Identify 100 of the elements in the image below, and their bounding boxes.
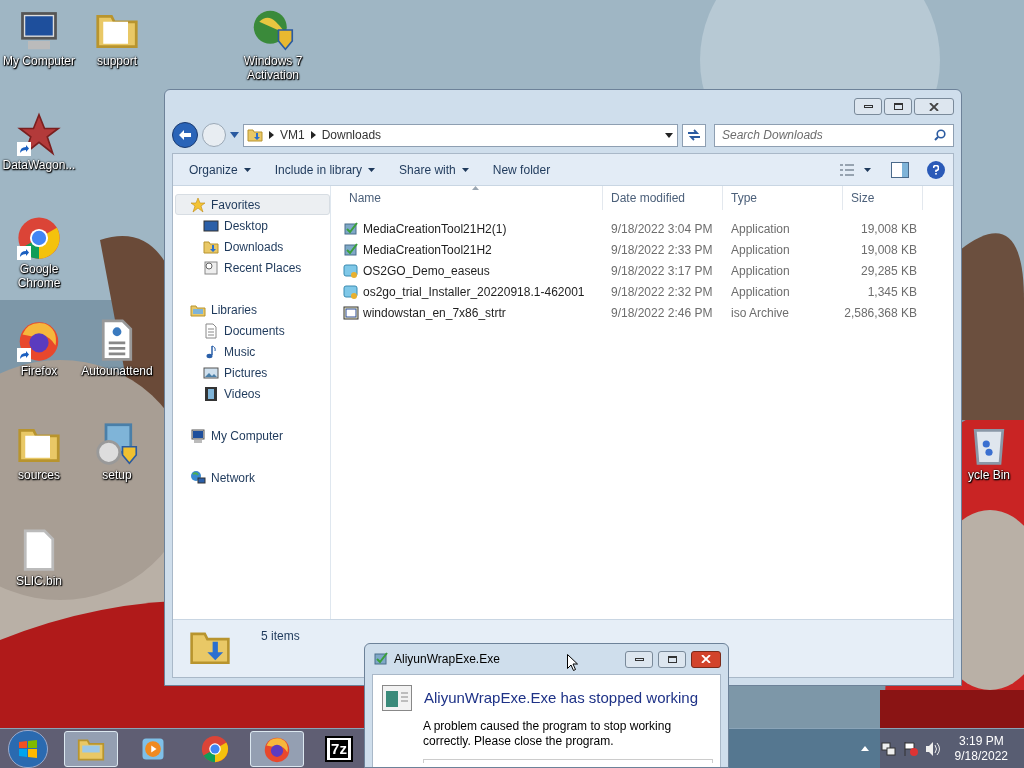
document-icon [203,322,219,339]
help-button[interactable] [927,160,945,179]
type-cell-text: iso Archive [730,304,791,322]
speaker-icon[interactable] [924,740,941,757]
disc-image-icon [343,304,359,321]
chrome-icon [201,734,229,763]
clock[interactable]: 3:19 PM 9/18/2022 [954,733,1008,764]
toolbar-button[interactable]: New folder [484,156,559,183]
file-row[interactable]: windowstan_en_7x86_strtr 9/18/2022 2:46 PM iso Archive 2,586,368 KB [341,302,953,323]
refresh-button[interactable] [682,123,706,147]
nav-item[interactable]: Favorites [175,194,330,215]
dialog-heading: AliyunWrapExe.Exe has stopped working [424,687,699,708]
column-header[interactable]: Size [843,186,923,210]
file-row[interactable]: MediaCreationTool21H2(1) 9/18/2022 3:04 PM Application 19,008 KB [341,218,953,239]
nav-label: Videos [224,385,261,403]
column-header[interactable]: Date modified [603,186,723,210]
toolbar-button[interactable]: Include in library [266,156,384,183]
maximize-button[interactable] [884,98,912,115]
app-icon [343,283,359,300]
nav-item[interactable]: Pictures [175,362,330,383]
nav-item[interactable]: My Computer [175,425,330,446]
windows-logo-icon [18,739,38,758]
installer-icon [373,651,389,667]
taskbar-button[interactable] [250,730,304,767]
setup-icon [95,422,139,466]
nav-label: My Computer [211,427,284,445]
file-row[interactable]: os2go_trial_Installer_20220918.1-462001 9/18/2022 2:32 PM Application 1,345 KB [341,281,953,302]
tray-expand-icon[interactable] [860,746,869,751]
dropdown-arrow-icon[interactable] [665,132,673,138]
nav-label: Network [211,469,255,487]
column-header[interactable]: Name [341,186,603,210]
question-mark-icon [933,164,939,175]
type-cell-text: Application [730,283,791,301]
preview-pane-button[interactable] [891,161,909,178]
film-icon [203,385,219,402]
taskbar-button[interactable]: 7z [312,730,366,767]
list-view-icon [840,163,854,176]
flag-icon[interactable] [902,740,919,757]
shortcut-arrow-icon [17,348,31,362]
star-icon [17,112,61,156]
size-cell-text: 19,008 KB [859,220,918,238]
type-cell-text: Application [730,220,791,238]
size-cell-text: 19,008 KB [859,241,918,259]
taskbar-button[interactable] [64,730,118,767]
chevron-right-icon[interactable] [310,131,316,139]
toolbar-button[interactable]: Share with [391,156,477,183]
breadcrumb-item[interactable]: Downloads [321,126,382,144]
nav-item[interactable]: Recent Places [175,257,330,278]
caret-icon [461,167,469,172]
minimize-button[interactable] [625,650,653,668]
search-input[interactable]: Search Downloads [722,126,934,144]
program-window-icon [382,685,412,711]
dialog-title: AliyunWrapExe.Exe [394,651,500,668]
nav-item[interactable]: Desktop [175,215,330,236]
toolbar-button[interactable]: Organize [181,156,259,183]
nav-item[interactable]: Music [175,341,330,362]
refresh-arrows-icon [687,129,701,141]
nav-item[interactable]: Videos [175,383,330,404]
type-cell-text: Application [730,262,791,280]
search-icon [934,129,946,141]
nav-label: Recent Places [224,259,302,277]
back-arrow-icon [178,129,192,141]
search-field[interactable]: Search Downloads [714,123,954,147]
desktop-icon-label[interactable]: ycle Bin [968,468,1010,482]
date-cell-text: 9/18/2022 3:04 PM [610,220,714,238]
dialog-message: A problem caused the program to stop working correctly. Please close the program. [423,719,673,749]
date-cell-text: 9/18/2022 2:33 PM [610,241,714,259]
nav-item[interactable]: Network [175,467,330,488]
back-button[interactable] [172,122,198,148]
nav-label: Libraries [211,301,258,319]
folder-icon [203,238,219,255]
file-name: OS2GO_Demo_easeus [363,262,490,280]
address-bar[interactable]: VM1 Downloads [243,123,678,147]
breadcrumb-item[interactable]: VM1 [280,126,305,144]
nav-item[interactable]: Downloads [175,236,330,257]
column-header[interactable]: Type [723,186,843,210]
file-name: os2go_trial_Installer_20220918.1-462001 [363,283,585,301]
maximize-button[interactable] [658,650,686,668]
file-name: MediaCreationTool21H2(1) [363,220,507,238]
chevron-right-icon[interactable] [269,131,274,139]
close-button[interactable] [914,98,954,115]
file-name: windowstan_en_7x86_strtr [363,304,506,322]
picture-frame-icon [203,364,219,381]
file-row[interactable]: OS2GO_Demo_easeus 9/18/2022 3:17 PM Application 29,285 KB [341,260,953,281]
nav-item[interactable]: Libraries [175,299,330,320]
close-button[interactable] [691,650,721,668]
star-icon [190,196,206,213]
installer-icon [343,220,359,237]
caret-icon [243,167,251,172]
minimize-button[interactable] [854,98,882,115]
start-button[interactable] [8,729,48,768]
globe-computer-icon [190,469,206,486]
nav-item[interactable]: Documents [175,320,330,341]
installer-icon [343,241,359,258]
file-row[interactable]: MediaCreationTool21H2 9/18/2022 2:33 PM Application 19,008 KB [341,239,953,260]
size-cell-text: 29,285 KB [859,262,918,280]
nav-label: Favorites [211,196,261,214]
close-icon [929,102,939,111]
globe-shield-icon [251,8,295,52]
network-icon[interactable] [880,740,897,757]
